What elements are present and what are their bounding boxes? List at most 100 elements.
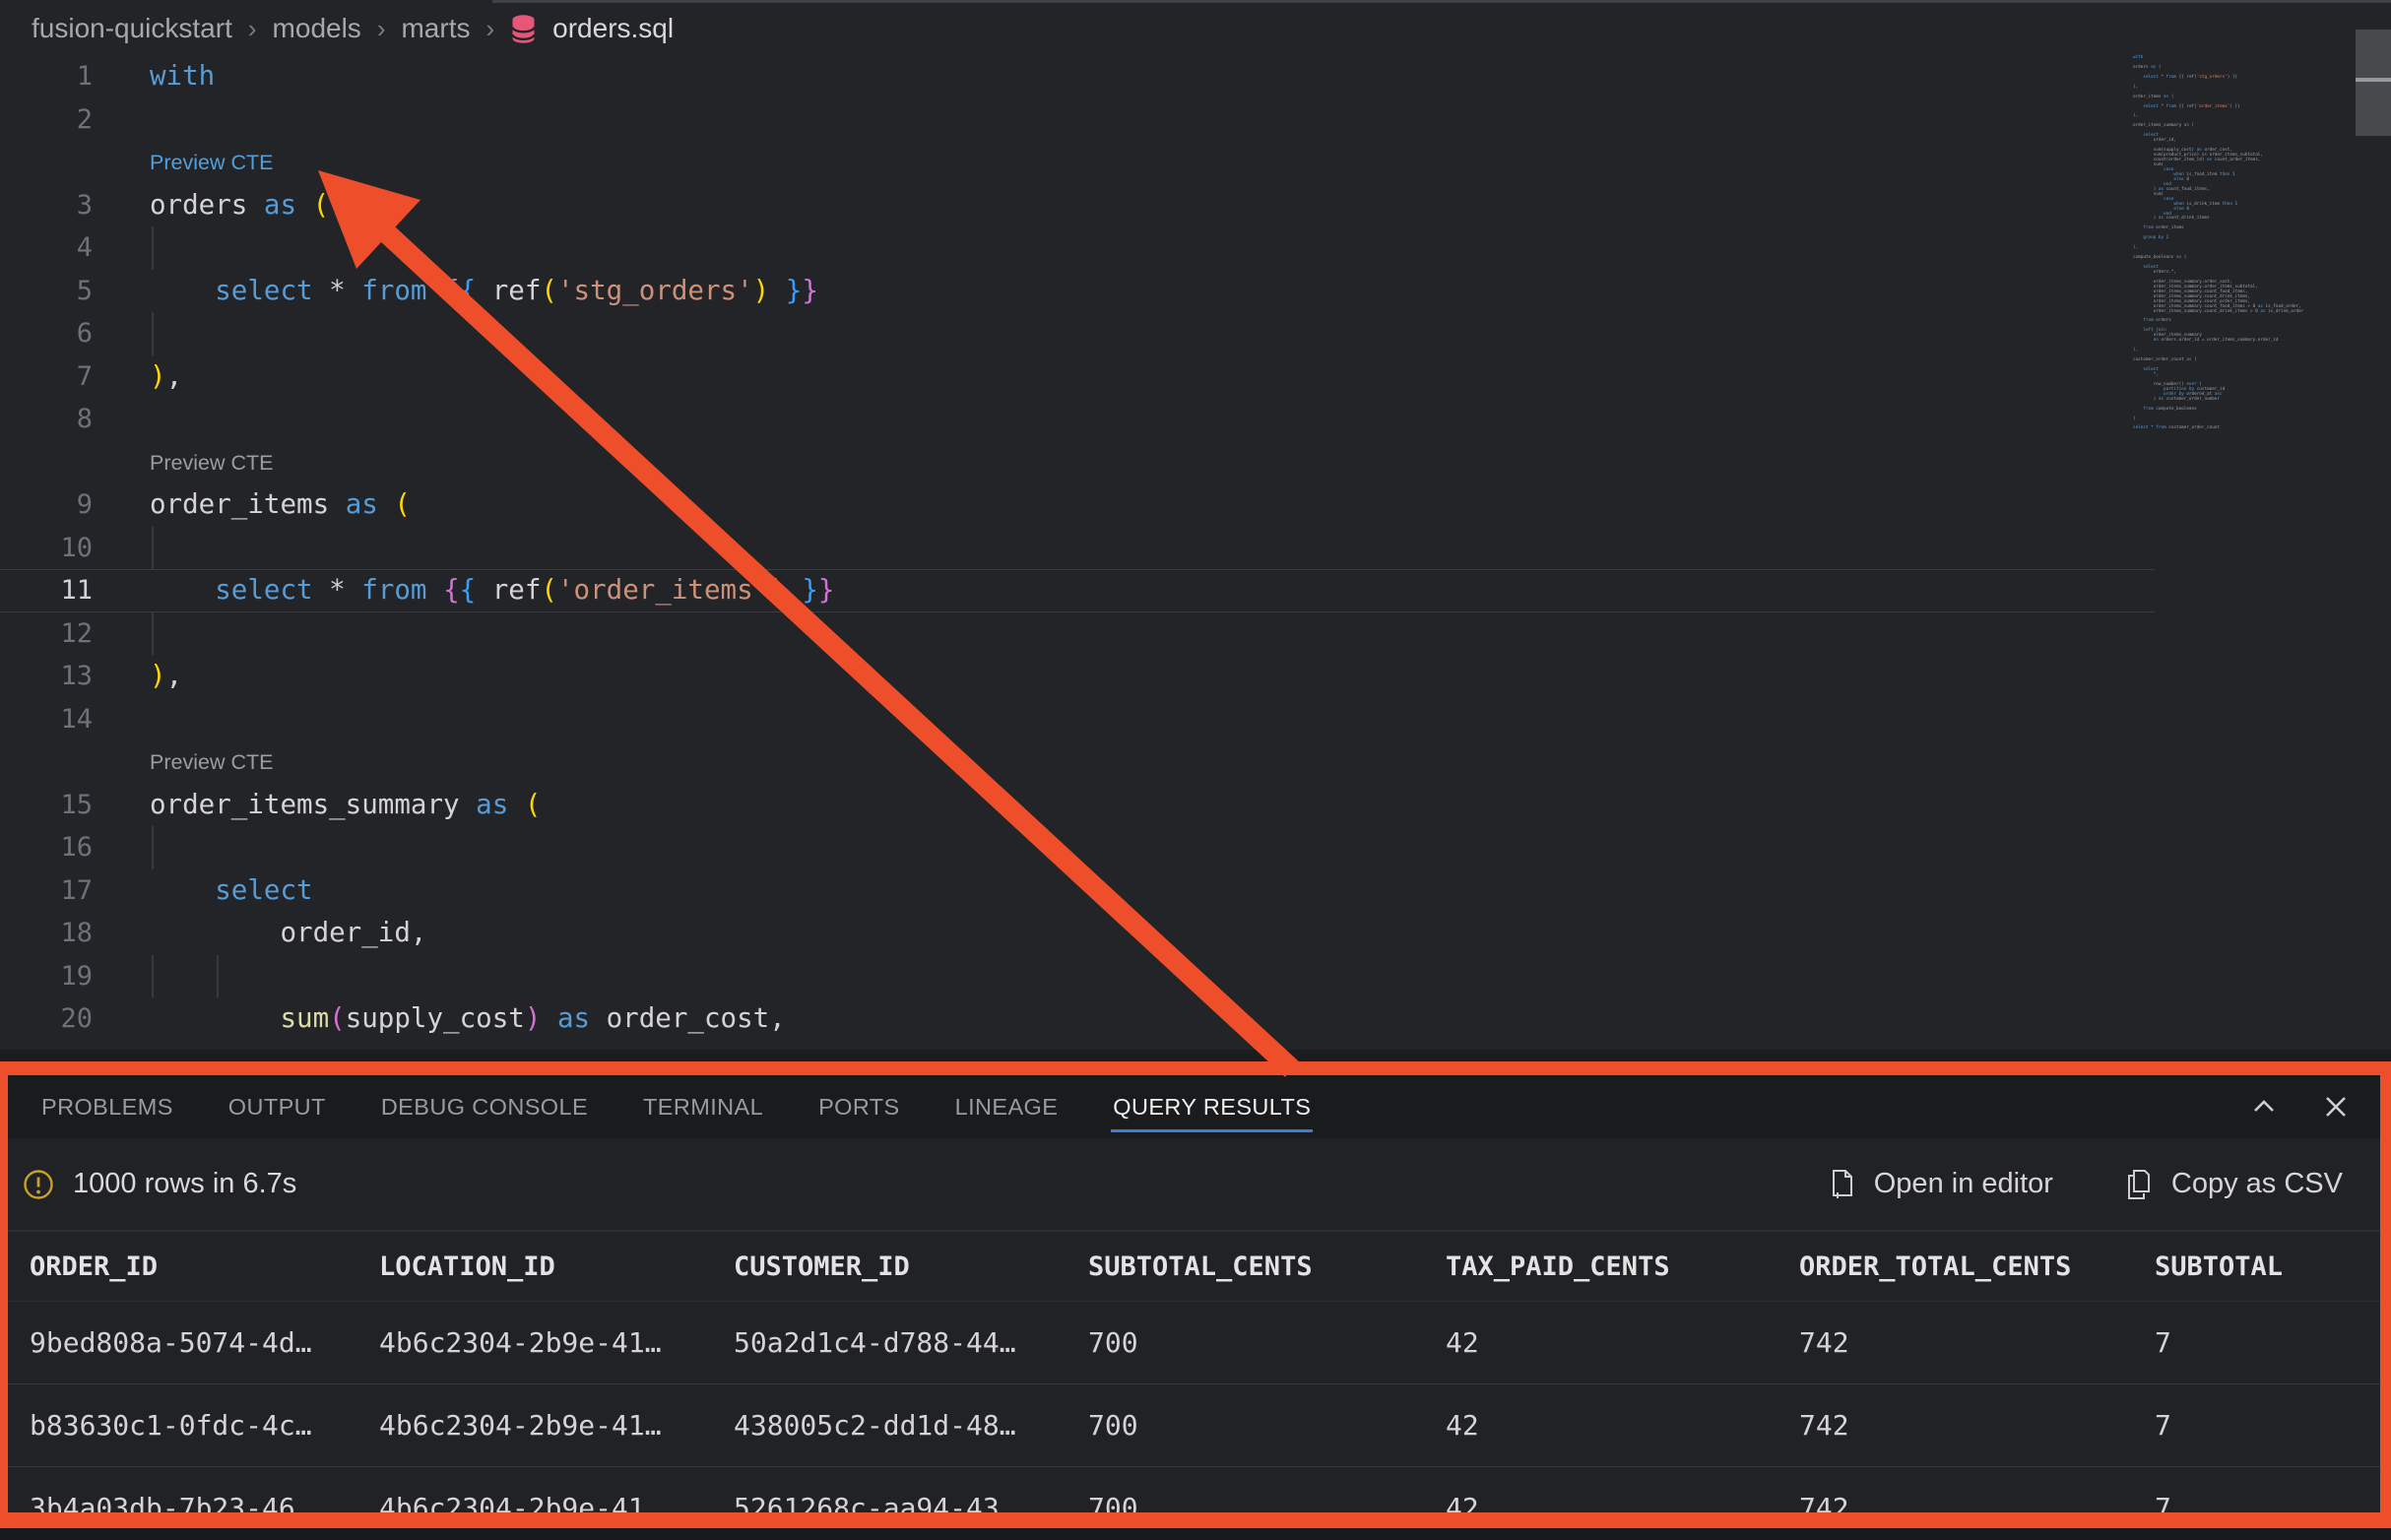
breadcrumb: fusion-quickstart › models › marts › ord… xyxy=(32,4,674,53)
query-results-panel: PROBLEMS OUTPUT DEBUG CONSOLE TERMINAL P… xyxy=(0,1061,2391,1528)
cursor-overview-marker xyxy=(2356,78,2391,82)
table-cell: 4b6c2304-2b9e-41 xyxy=(379,1492,734,1524)
code-line: 8 xyxy=(0,398,2155,441)
warning-icon xyxy=(22,1168,55,1201)
table-cell: 700 xyxy=(1088,1492,1446,1524)
breadcrumb-file[interactable]: orders.sql xyxy=(552,13,674,44)
close-icon xyxy=(2321,1092,2351,1122)
codelens-row: Preview CTE xyxy=(0,141,2155,184)
open-in-editor-button[interactable]: Open in editor xyxy=(1827,1168,2053,1201)
breadcrumb-item[interactable]: models xyxy=(273,13,361,44)
database-icon xyxy=(510,14,537,44)
code-line: 3orders as ( xyxy=(0,184,2155,227)
table-row[interactable]: 3b4a03db-7b23-464b6c2304-2b9e-415261268c… xyxy=(8,1467,2380,1528)
code-line: 7), xyxy=(0,355,2155,399)
indent-guide xyxy=(152,527,154,570)
table-cell: b83630c1-0fdc-4c… xyxy=(30,1409,379,1442)
code-line: 4 xyxy=(0,226,2155,270)
line-number: 20 xyxy=(0,997,93,1041)
line-number: 6 xyxy=(0,312,93,355)
code-line: 12 xyxy=(0,612,2155,656)
line-number: 7 xyxy=(0,355,93,399)
indent-guide xyxy=(152,826,154,869)
tab-terminal[interactable]: TERMINAL xyxy=(643,1075,763,1138)
line-number: 4 xyxy=(0,226,93,270)
preview-cte-link[interactable]: Preview CTE xyxy=(150,750,273,774)
results-table: 9bed808a-5074-4d… 4b6c2304-2b9e-41… 50a2d1… xyxy=(8,1302,2380,1528)
collapse-panel-button[interactable] xyxy=(2248,1091,2280,1123)
code-line: 16 xyxy=(0,826,2155,869)
close-panel-button[interactable] xyxy=(2321,1092,2351,1122)
breadcrumb-separator: › xyxy=(248,14,257,44)
line-number: 8 xyxy=(0,398,93,441)
tab-ports[interactable]: PORTS xyxy=(818,1075,900,1138)
scrollbar[interactable] xyxy=(2356,0,2391,1061)
line-number: 18 xyxy=(0,912,93,955)
indent-guide xyxy=(152,312,154,355)
indent-guide xyxy=(152,955,154,998)
table-header: ORDER_ID LOCATION_ID CUSTOMER_ID SUBTOTA… xyxy=(8,1232,2380,1302)
line-number: 1 xyxy=(0,55,93,98)
scrollbar-thumb[interactable] xyxy=(2356,30,2391,136)
chevron-up-icon xyxy=(2248,1091,2280,1123)
column-header[interactable]: LOCATION_ID xyxy=(379,1251,734,1282)
table-cell: 7 xyxy=(2155,1492,2380,1524)
table-cell: 4b6c2304-2b9e-41… xyxy=(379,1409,734,1442)
column-header[interactable]: ORDER_TOTAL_CENTS xyxy=(1799,1251,2155,1282)
column-header[interactable]: ORDER_ID xyxy=(30,1251,379,1282)
table-row[interactable]: 9bed808a-5074-4d…4b6c2304-2b9e-41…50a2d1… xyxy=(8,1302,2380,1384)
line-number: 12 xyxy=(0,612,93,656)
table-cell: 42 xyxy=(1446,1326,1799,1359)
code-line: 10 xyxy=(0,527,2155,570)
column-header[interactable]: CUSTOMER_ID xyxy=(734,1251,1088,1282)
line-number: 11 xyxy=(0,569,93,612)
line-number: 2 xyxy=(0,98,93,142)
code-line: 1with xyxy=(0,55,2155,98)
code-line: 15order_items_summary as ( xyxy=(0,784,2155,827)
code-area[interactable]: 1with2 Preview CTE 3orders as (45 select *… xyxy=(0,55,2155,1061)
table-cell: 50a2d1c4-d788-44… xyxy=(734,1326,1088,1359)
column-header[interactable]: SUBTOTAL xyxy=(2155,1251,2380,1282)
preview-cte-link[interactable]: Preview CTE xyxy=(150,451,273,475)
breadcrumb-separator: › xyxy=(485,14,494,44)
panel-tabs: PROBLEMS OUTPUT DEBUG CONSOLE TERMINAL P… xyxy=(8,1075,2380,1138)
minimap-content: with orders as ( select * from {{ ref('s… xyxy=(2133,55,2303,430)
tab-output[interactable]: OUTPUT xyxy=(228,1075,326,1138)
indent-guide xyxy=(217,955,219,998)
code-line: 20 sum(supply_cost) as order_cost, xyxy=(0,997,2155,1041)
code-line: 19 xyxy=(0,955,2155,998)
column-header[interactable]: TAX_PAID_CENTS xyxy=(1446,1251,1799,1282)
table-cell: 5261268c-aa94-43 xyxy=(734,1492,1088,1524)
tab-query-results[interactable]: QUERY RESULTS xyxy=(1113,1075,1311,1138)
tab-problems[interactable]: PROBLEMS xyxy=(41,1075,173,1138)
status-text: 1000 rows in 6.7s xyxy=(73,1168,296,1200)
breadcrumb-item[interactable]: marts xyxy=(401,13,470,44)
preview-cte-link[interactable]: Preview CTE xyxy=(150,151,273,174)
code-line: 5 select * from {{ ref('stg_orders') }} xyxy=(0,270,2155,313)
tab-debug-console[interactable]: DEBUG CONSOLE xyxy=(381,1075,588,1138)
codelens-row: Preview CTE xyxy=(0,740,2155,784)
table-cell: 3b4a03db-7b23-46 xyxy=(30,1492,379,1524)
table-cell: 42 xyxy=(1446,1492,1799,1524)
editor-panel-divider xyxy=(0,1050,2391,1061)
minimap[interactable]: with orders as ( select * from {{ ref('s… xyxy=(2133,56,2356,431)
line-number: 5 xyxy=(0,270,93,313)
table-row[interactable]: b83630c1-0fdc-4c…4b6c2304-2b9e-41…438005… xyxy=(8,1384,2380,1467)
editor-top-border xyxy=(492,0,2391,3)
code-line: 2 xyxy=(0,98,2155,142)
code-line: 6 xyxy=(0,312,2155,355)
breadcrumb-item[interactable]: fusion-quickstart xyxy=(32,13,232,44)
new-file-icon xyxy=(1827,1168,1856,1201)
table-cell: 9bed808a-5074-4d… xyxy=(30,1326,379,1359)
table-cell: 42 xyxy=(1446,1409,1799,1442)
line-number: 3 xyxy=(0,184,93,227)
line-number: 15 xyxy=(0,784,93,827)
copy-as-csv-button[interactable]: Copy as CSV xyxy=(2124,1168,2343,1201)
tab-lineage[interactable]: LINEAGE xyxy=(955,1075,1059,1138)
table-cell: 700 xyxy=(1088,1409,1446,1442)
breadcrumb-separator: › xyxy=(377,14,386,44)
column-header[interactable]: SUBTOTAL_CENTS xyxy=(1088,1251,1446,1282)
line-number: 16 xyxy=(0,826,93,869)
page: { "colors": { "accent": "#EE4E2A", "code… xyxy=(0,0,2391,1540)
table-cell: 742 xyxy=(1799,1409,2155,1442)
